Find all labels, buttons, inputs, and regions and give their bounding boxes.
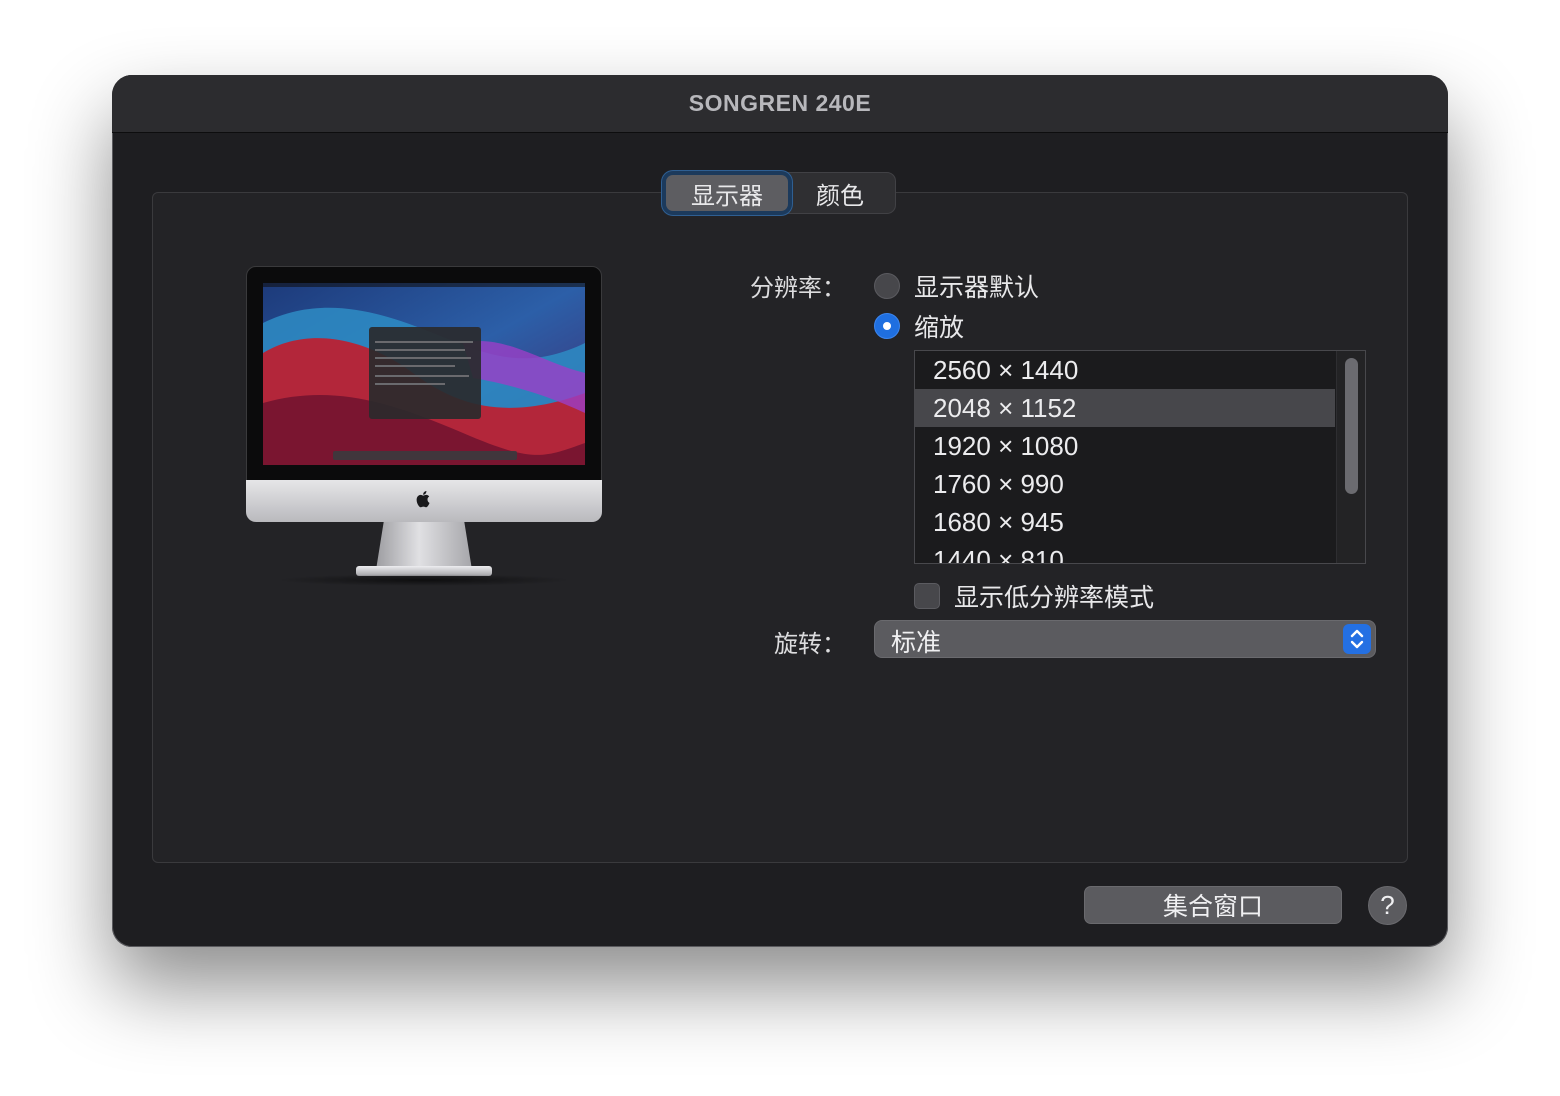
rotation-select[interactable]: 标准 bbox=[874, 620, 1376, 658]
resolution-scrollbar[interactable] bbox=[1336, 351, 1365, 563]
resolution-label: 分辨率： bbox=[750, 274, 846, 302]
resolution-option-selected[interactable]: 2048 × 1152 bbox=[915, 389, 1335, 427]
resolution-option[interactable]: 1760 × 990 bbox=[915, 465, 1335, 503]
gather-windows-button[interactable]: 集合窗口 bbox=[1084, 886, 1342, 924]
resolution-option[interactable]: 1920 × 1080 bbox=[915, 427, 1335, 465]
tab-color[interactable]: 颜色 bbox=[790, 175, 890, 211]
help-button[interactable]: ? bbox=[1368, 886, 1407, 925]
apple-logo-icon bbox=[416, 491, 430, 508]
low-resolution-label: 显示低分辨率模式 bbox=[954, 583, 1155, 612]
resolution-option[interactable]: 2560 × 1440 bbox=[915, 351, 1335, 389]
resolution-list[interactable]: 2560 × 1440 2048 × 1152 1920 × 1080 1760… bbox=[914, 350, 1366, 564]
imac-wallpaper bbox=[263, 283, 585, 465]
imac-shadow bbox=[276, 574, 572, 586]
chevron-updown-icon bbox=[1343, 624, 1371, 654]
rotation-value: 标准 bbox=[891, 628, 942, 657]
low-resolution-toggle[interactable]: 显示低分辨率模式 bbox=[914, 578, 1154, 614]
radio-button-scaled[interactable] bbox=[874, 313, 900, 339]
radio-button-display-default[interactable] bbox=[874, 273, 900, 299]
low-resolution-checkbox[interactable] bbox=[914, 583, 940, 609]
radio-label-display-default: 显示器默认 bbox=[914, 273, 1040, 302]
resolution-option[interactable]: 1680 × 945 bbox=[915, 503, 1335, 541]
scrollbar-thumb[interactable] bbox=[1345, 358, 1358, 494]
imac-stand bbox=[376, 522, 472, 570]
title-bar[interactable]: SONGREN 240E bbox=[112, 75, 1448, 133]
imac-illustration bbox=[246, 266, 602, 586]
radio-scaled[interactable]: 缩放 bbox=[874, 308, 964, 344]
tab-display[interactable]: 显示器 bbox=[666, 175, 788, 211]
radio-label-scaled: 缩放 bbox=[914, 313, 965, 342]
imac-bezel bbox=[246, 266, 602, 484]
resolution-option[interactable]: 1440 × 810 bbox=[915, 541, 1335, 563]
window-title: SONGREN 240E bbox=[688, 90, 872, 116]
rotation-label: 旋转： bbox=[774, 630, 846, 658]
tab-switcher: 显示器 颜色 bbox=[664, 172, 896, 214]
radio-display-default[interactable]: 显示器默认 bbox=[874, 268, 1039, 304]
